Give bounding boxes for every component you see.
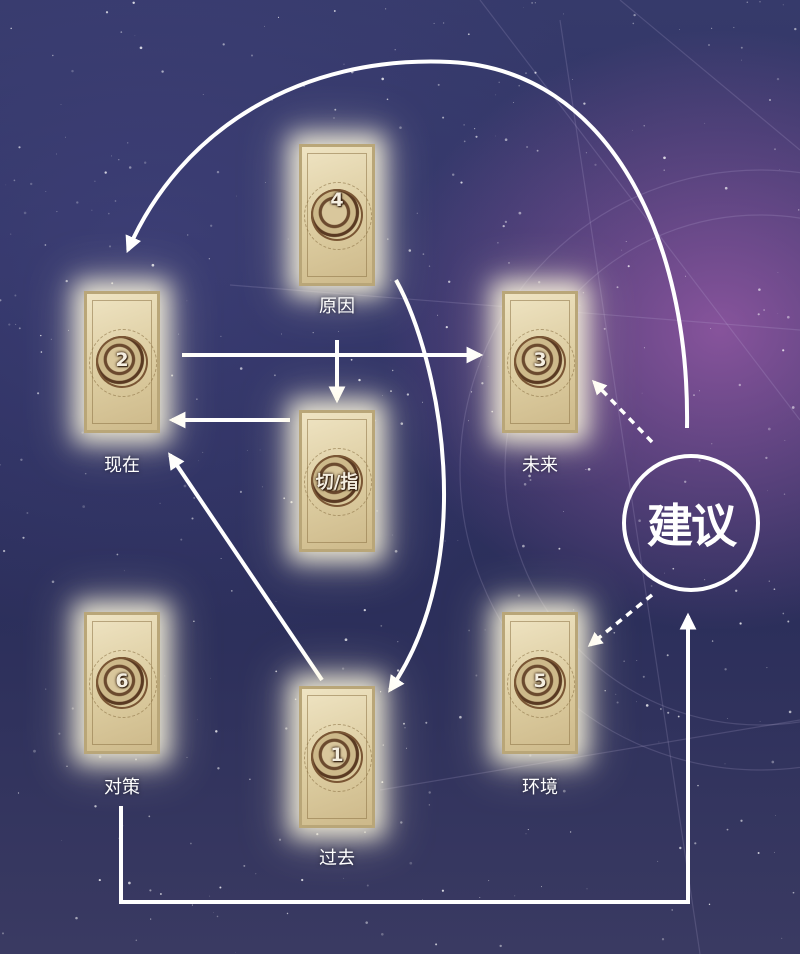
tarot-spread-diagram: 4 原因 2 现在 3 未来 切/指 6 对策 1 过去 5 环境 建议	[0, 0, 800, 954]
card-number: 1	[330, 744, 344, 766]
tarot-card-5: 5	[502, 612, 578, 754]
card-number: 4	[330, 188, 344, 211]
card-number: 3	[533, 349, 547, 371]
tarot-card-6: 6	[84, 612, 160, 754]
card-number: 5	[533, 670, 547, 692]
card-label-environment: 环境	[522, 777, 558, 798]
card-label-future: 未来	[522, 455, 558, 476]
arrow-advice-to-future-dashed	[591, 379, 654, 444]
tarot-card-4: 4	[299, 144, 375, 286]
advice-circle: 建议	[622, 454, 760, 592]
tarot-card-1: 1	[299, 686, 375, 828]
tarot-card-3: 3	[502, 291, 578, 433]
card-label-present: 现在	[104, 455, 140, 476]
arrow-advice-to-present	[125, 59, 690, 429]
card-label-strategy: 对策	[104, 777, 140, 798]
card-number: 切/指	[315, 472, 359, 493]
card-label-past: 过去	[319, 848, 355, 869]
card-number: 6	[115, 670, 129, 692]
tarot-card-key: 切/指	[299, 410, 375, 552]
advice-label: 建议	[647, 499, 737, 553]
arrow-advice-to-environment-dashed	[587, 593, 654, 647]
arrow-strategy-to-advice	[119, 612, 697, 904]
card-number: 2	[115, 349, 129, 371]
card-label-cause: 原因	[319, 296, 355, 317]
tarot-card-2: 2	[84, 291, 160, 433]
arrow-cause-to-past	[388, 279, 446, 693]
